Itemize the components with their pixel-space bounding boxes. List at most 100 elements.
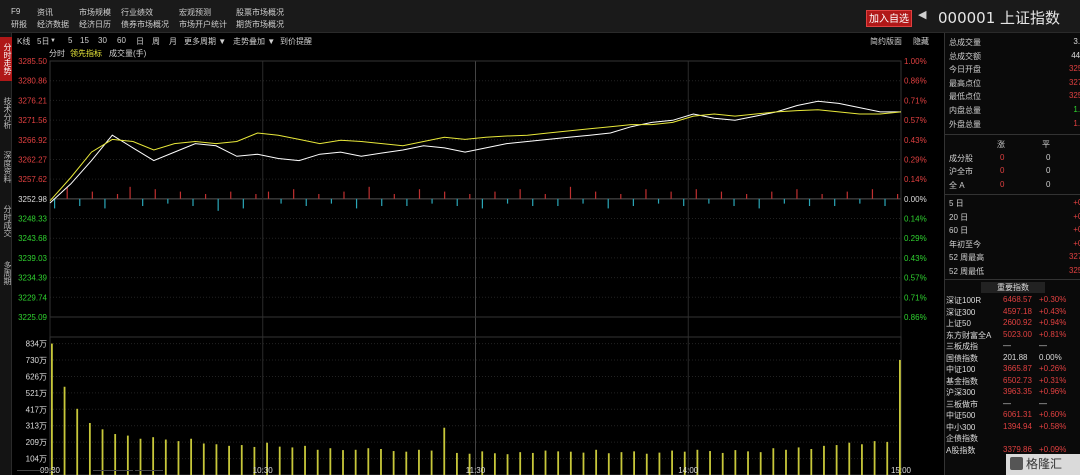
net-flow-bar xyxy=(657,198,660,204)
toolbar-15min[interactable]: 15 xyxy=(80,36,89,45)
net-flow-bar xyxy=(217,198,219,211)
toolbar-day[interactable]: 日 xyxy=(136,36,144,47)
toolbar-60min[interactable]: 60 xyxy=(117,36,126,45)
volume-bar xyxy=(316,449,319,475)
toolbar-price-alert[interactable]: 到价提醒 xyxy=(280,36,312,47)
volume-bar xyxy=(354,449,357,475)
net-flow-bar xyxy=(544,194,546,199)
index-name[interactable]: A股指数 xyxy=(946,445,975,456)
index-row: 东方财富全A 5023.00 +0.81% xyxy=(946,330,1080,342)
index-name[interactable]: 东方财富全A xyxy=(946,330,991,341)
period-row: 20 日 +0.6 xyxy=(949,212,1080,225)
menu-account-stats[interactable]: 市场开户统计 xyxy=(179,19,227,30)
menu-bond-market[interactable]: 债券市场概况 xyxy=(121,19,169,30)
index-change: +0.58% xyxy=(1039,421,1067,431)
toolbar-month[interactable]: 月 xyxy=(169,36,177,47)
index-name[interactable]: 深证300 xyxy=(946,307,975,318)
menu-market-size[interactable]: 市场规模 xyxy=(79,7,111,18)
net-flow-bar xyxy=(632,198,634,207)
volume-bar xyxy=(240,445,243,475)
toolbar-simple-layout[interactable]: 简约版面 xyxy=(870,36,902,47)
volume-bar xyxy=(544,450,547,475)
volume-bar xyxy=(51,343,53,475)
toolbar-5day[interactable]: 5日 xyxy=(37,36,49,47)
menu-research[interactable]: 研报 xyxy=(11,19,27,30)
net-flow-bar xyxy=(343,191,345,199)
volume-bar xyxy=(418,449,420,475)
watermark-logo: 格隆汇 xyxy=(1006,454,1080,475)
flat-count: 0 xyxy=(1046,179,1051,189)
net-flow-bar xyxy=(582,198,584,204)
index-name[interactable]: 中证100 xyxy=(946,364,975,375)
bottom-tab[interactable] xyxy=(93,470,133,475)
net-flow-bar xyxy=(884,198,886,207)
toolbar-more-periods[interactable]: 更多周期 ▼ xyxy=(184,36,226,47)
menu-industry-performance[interactable]: 行业绩效 xyxy=(121,7,153,18)
menu-f9[interactable]: F9 xyxy=(11,7,20,16)
updown-row: 沪全市 0 0 xyxy=(949,166,1079,179)
index-price: 2600.92 xyxy=(1003,318,1032,327)
net-flow-bar xyxy=(506,198,509,204)
chart-grid xyxy=(49,60,902,475)
menu-macro-forecast[interactable]: 宏观预测 xyxy=(179,7,211,18)
net-flow-bar xyxy=(494,191,496,199)
period-label: 20 日 xyxy=(949,212,969,222)
volume-bar xyxy=(582,452,585,475)
volume-bar xyxy=(734,450,737,475)
menu-stock-market[interactable]: 股票市场概况 xyxy=(236,7,284,18)
period-value: 3276. xyxy=(1068,252,1080,262)
chevron-down-icon[interactable]: ▼ xyxy=(50,38,56,44)
divider xyxy=(945,279,1080,280)
index-name[interactable]: 企债指数 xyxy=(946,433,978,444)
add-to-watchlist-button[interactable]: 加入自选 xyxy=(866,10,912,27)
menu-news[interactable]: 资讯 xyxy=(37,7,53,18)
menu-futures-market[interactable]: 期货市场概况 xyxy=(236,19,284,30)
stat-row: 最高点位 3276. xyxy=(949,78,1080,91)
index-name[interactable]: 沪深300 xyxy=(946,387,975,398)
index-price: 6061.31 xyxy=(1003,410,1032,419)
stat-label: 内盘总量 xyxy=(949,106,981,115)
toolbar-hide[interactable]: 隐藏 xyxy=(913,36,929,47)
flat-count: 0 xyxy=(1046,153,1051,162)
stat-value: 1.62 xyxy=(1073,105,1080,114)
price-tick-label: 3271.56 xyxy=(18,116,47,125)
toolbar-30min[interactable]: 30 xyxy=(98,36,107,45)
index-name[interactable]: 中证500 xyxy=(946,410,975,421)
toolbar-overlay[interactable]: 走势叠加 ▼ xyxy=(233,36,275,47)
price-tick-label: 3248.33 xyxy=(18,215,47,224)
index-name[interactable]: 中小300 xyxy=(946,422,975,433)
bottom-tab[interactable] xyxy=(135,470,163,475)
period-row: 52 周最高 3276. xyxy=(949,252,1080,265)
index-name[interactable]: 基金指数 xyxy=(946,376,978,387)
intraday-chart[interactable]: 3285.50 1.00% 3280.86 0.86% 3276.21 0.71% 3271… xyxy=(0,55,944,475)
watermark-text: 格隆汇 xyxy=(1026,457,1063,471)
up-count: 0 xyxy=(1000,153,1005,162)
toolbar-week[interactable]: 周 xyxy=(152,36,160,47)
menu-economic-data[interactable]: 经济数据 xyxy=(37,19,69,30)
toolbar-kline[interactable]: K线 xyxy=(17,36,30,47)
divider xyxy=(945,134,1080,135)
pct-tick-label: 0.57% xyxy=(904,116,927,125)
stat-row: 最低点位 3255. xyxy=(949,91,1080,104)
index-name[interactable]: 上证50 xyxy=(946,318,971,329)
period-value: +0.6 xyxy=(1073,225,1080,235)
volume-bar xyxy=(607,453,610,475)
menu-economic-calendar[interactable]: 经济日历 xyxy=(79,19,111,30)
net-flow-bar xyxy=(91,191,93,199)
divider xyxy=(945,194,1080,195)
pct-tick-label: 0.86% xyxy=(904,77,927,86)
bottom-tab[interactable] xyxy=(17,470,57,475)
prev-security-icon[interactable]: ◀ xyxy=(918,8,926,21)
period-value: 3255. xyxy=(1068,266,1080,275)
volume-bar xyxy=(228,445,230,475)
index-name[interactable]: 深证100R xyxy=(946,295,981,306)
index-row: 中证500 6061.31 +0.60% xyxy=(946,410,1080,422)
index-price: 1394.94 xyxy=(1003,421,1032,431)
index-name[interactable]: 国债指数 xyxy=(946,353,978,364)
top-menu-bar: F9 研报 资讯 经济数据 市场规模 经济日历 行业绩效 债券市场概况 宏观预测… xyxy=(0,0,1080,33)
toolbar-5min[interactable]: 5 xyxy=(68,36,72,45)
index-name[interactable]: 三板成指 xyxy=(946,341,978,352)
net-flow-bar xyxy=(66,186,68,199)
index-name[interactable]: 三板做市 xyxy=(946,399,978,410)
volume-bar xyxy=(76,408,79,475)
